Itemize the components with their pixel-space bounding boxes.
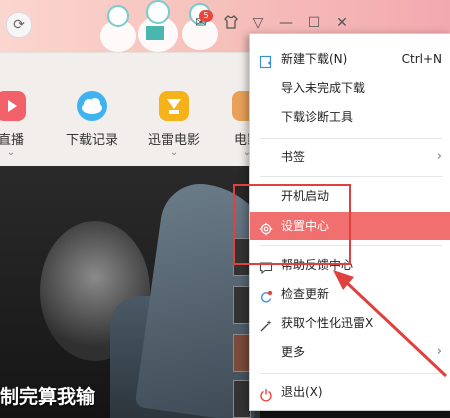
annotation-arrow-icon <box>333 270 448 378</box>
